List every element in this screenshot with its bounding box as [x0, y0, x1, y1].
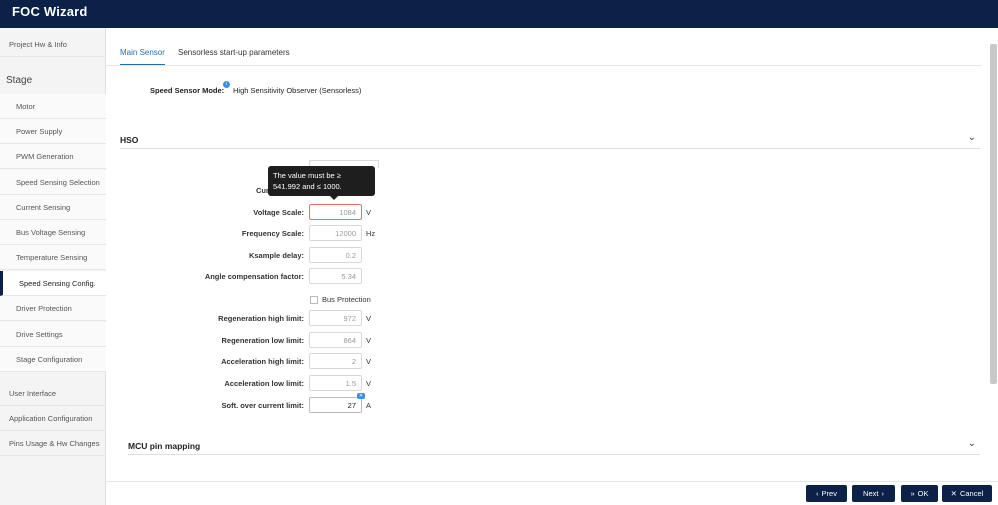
validation-tooltip: The value must be ≥ 541.992 and ≤ 1000. [268, 166, 375, 200]
voltage-scale-label: Voltage Scale: [253, 208, 304, 217]
tab-main-sensor[interactable]: Main Sensor [120, 48, 165, 66]
sidebar-item-label: Speed Sensing Config. [19, 278, 96, 288]
sidebar-item-speed-sensing-selection[interactable]: Speed Sensing Selection [0, 170, 106, 195]
acceleration-high-label: Acceleration high limit: [221, 357, 304, 366]
tab-sensorless-startup[interactable]: Sensorless start-up parameters [178, 48, 290, 66]
sidebar-item-label: Current Sensing [16, 202, 71, 212]
frequency-scale-label: Frequency Scale: [241, 229, 304, 238]
regeneration-high-label: Regeneration high limit: [218, 314, 304, 323]
prev-button[interactable]: ‹ Prev [806, 485, 847, 502]
info-icon[interactable]: i [223, 81, 230, 88]
mcu-pin-mapping-title: MCU pin mapping [128, 441, 201, 451]
voltage-scale-unit: V [366, 208, 372, 217]
regeneration-high-input[interactable] [309, 310, 362, 326]
ok-button[interactable]: » OK [901, 485, 938, 502]
sidebar-item-drive-settings[interactable]: Drive Settings [0, 322, 106, 347]
sidebar-item-speed-sensing-config[interactable]: Speed Sensing Config. [0, 271, 106, 296]
sidebar-item-project[interactable]: Project Hw & Info [0, 32, 106, 57]
sidebar-item-application-configuration[interactable]: Application Configuration [0, 406, 106, 431]
sidebar-item-label: Bus Voltage Sensing [16, 227, 86, 237]
voltage-scale-input[interactable] [309, 204, 362, 220]
sidebar-item-label: Application Configuration [9, 413, 93, 423]
sidebar-item-label: Motor [16, 101, 36, 111]
sidebar-item-stage-configuration[interactable]: Stage Configuration [0, 347, 106, 372]
ksample-delay-label: Ksample delay: [248, 251, 304, 260]
sidebar-item-motor[interactable]: Motor [0, 94, 106, 119]
sidebar-item-label: Project Hw & Info [9, 39, 67, 49]
sidebar-item-driver-protection[interactable]: Driver Protection [0, 296, 106, 321]
ksample-delay-input[interactable] [309, 247, 362, 263]
sidebar-item-label: PWM Generation [16, 151, 74, 161]
footer-divider [106, 481, 998, 482]
sidebar-item-label: Driver Protection [16, 303, 72, 313]
next-button[interactable]: Next › [852, 485, 895, 502]
acceleration-low-label: Acceleration low limit: [224, 379, 304, 388]
hso-section-header[interactable]: HSO ⌄ [120, 132, 980, 149]
next-button-label: Next [863, 489, 879, 498]
close-icon: ✕ [950, 489, 957, 498]
sidebar-item-current-sensing[interactable]: Current Sensing [0, 195, 106, 220]
sidebar-item-power-supply[interactable]: Power Supply [0, 119, 106, 144]
soft-overcurrent-label: Soft. over current limit: [221, 401, 304, 410]
ok-button-label: OK [917, 489, 929, 498]
bus-protection-checkbox[interactable] [310, 296, 318, 304]
acceleration-high-unit: V [366, 357, 372, 366]
tab-divider [106, 65, 981, 66]
sidebar-item-label: Power Supply [16, 126, 63, 136]
angle-compensation-label: Angle compensation factor: [204, 272, 304, 281]
sidebar-item-label: User Interface [9, 388, 57, 398]
regeneration-low-label: Regeneration low limit: [221, 336, 304, 345]
chevron-left-icon: ‹ [816, 489, 819, 498]
soft-overcurrent-input[interactable] [309, 397, 362, 413]
title-bar: FOC Wizard [0, 0, 998, 28]
app-title: FOC Wizard [12, 4, 88, 19]
bus-protection-label: Bus Protection [322, 295, 371, 304]
chevron-down-icon[interactable]: ⌄ [968, 132, 976, 143]
acceleration-low-input[interactable] [309, 375, 362, 391]
sidebar-item-label: Stage Configuration [16, 354, 83, 364]
hso-section-title: HSO [120, 135, 139, 145]
speed-sensor-mode-value: High Sensitivity Observer (Sensorless) [233, 86, 362, 95]
double-chevron-icon: » [910, 489, 915, 498]
prev-button-label: Prev [821, 489, 837, 498]
mcu-pin-mapping-header[interactable]: MCU pin mapping ⌄ [128, 438, 980, 455]
scrollbar-thumb[interactable] [990, 44, 997, 384]
sidebar-item-label: Pins Usage & Hw Changes [9, 438, 100, 448]
speed-sensor-mode-label: Speed Sensor Mode: [150, 86, 225, 95]
clear-icon[interactable]: ✕ [357, 393, 365, 399]
sidebar-item-label: Temperature Sensing [16, 252, 88, 262]
sidebar-item-label: Drive Settings [16, 329, 63, 339]
sidebar-item-pins-usage[interactable]: Pins Usage & Hw Changes [0, 431, 106, 456]
sidebar-item-pwm-generation[interactable]: PWM Generation [0, 144, 106, 169]
acceleration-high-input[interactable] [309, 353, 362, 369]
frequency-scale-unit: Hz [366, 229, 376, 238]
regeneration-low-input[interactable] [309, 332, 362, 348]
regeneration-low-unit: V [366, 336, 372, 345]
chevron-down-icon[interactable]: ⌄ [968, 438, 976, 449]
cancel-button[interactable]: ✕ Cancel [942, 485, 992, 502]
acceleration-low-unit: V [366, 379, 372, 388]
soft-overcurrent-unit: A [366, 401, 372, 410]
frequency-scale-input[interactable] [309, 225, 362, 241]
sidebar-item-user-interface[interactable]: User Interface [0, 381, 106, 406]
sidebar-item-bus-voltage-sensing[interactable]: Bus Voltage Sensing [0, 220, 106, 245]
sidebar-heading-stage: Stage [6, 75, 33, 86]
regeneration-high-unit: V [366, 314, 372, 323]
cancel-button-label: Cancel [959, 489, 984, 498]
angle-compensation-input[interactable] [309, 268, 362, 284]
sidebar-item-label: Speed Sensing Selection [16, 177, 100, 187]
sidebar-item-temperature-sensing[interactable]: Temperature Sensing [0, 245, 106, 270]
chevron-right-icon: › [881, 489, 884, 498]
